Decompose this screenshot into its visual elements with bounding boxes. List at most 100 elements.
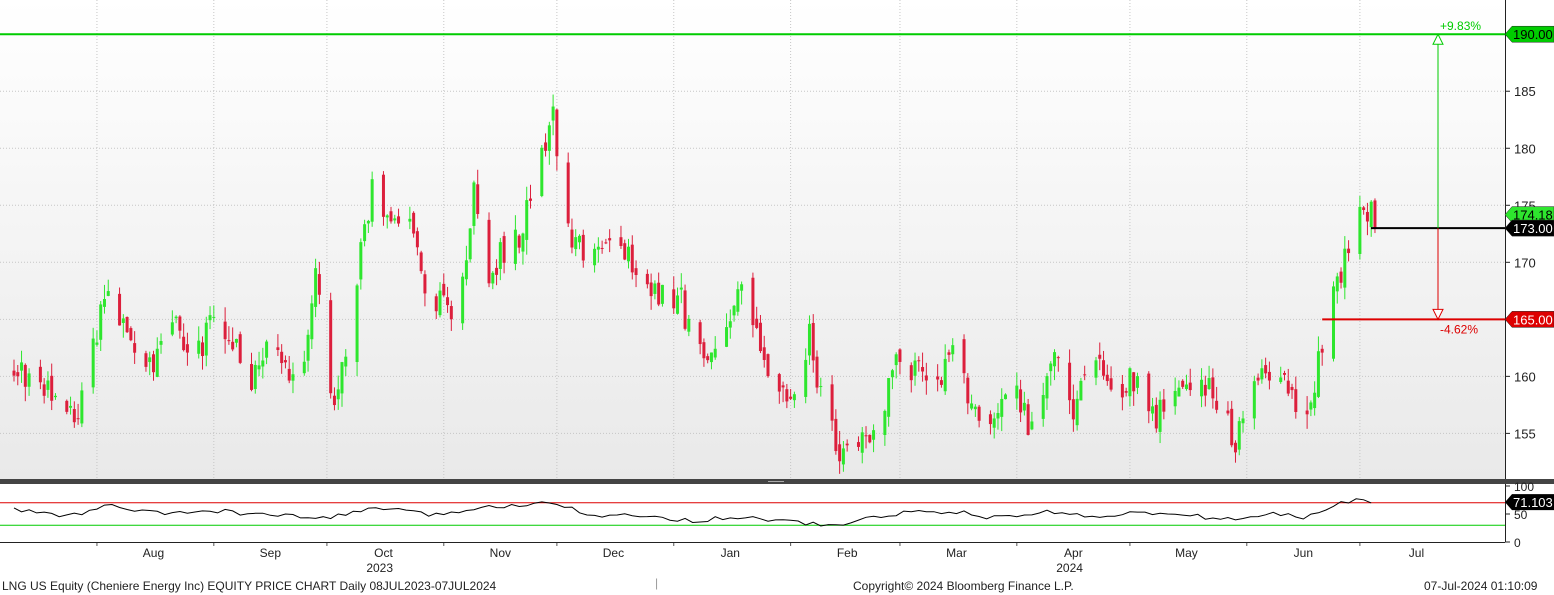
candle [627,246,631,262]
candle [1233,442,1237,453]
y-tick-label: 160 [1514,369,1536,384]
candle [947,352,951,355]
candle [868,434,872,443]
candle [807,323,811,356]
candle [397,216,401,224]
candle [709,352,713,363]
candle [340,362,344,394]
candle [1373,200,1377,228]
candle [951,345,955,355]
candle [408,218,412,222]
candle [676,295,680,314]
candle [1294,389,1298,413]
candle [1226,410,1230,414]
candle [370,179,374,222]
candle [815,356,819,388]
candle [1071,399,1075,420]
candle [830,384,834,421]
x-tick-label: Nov [490,546,511,560]
candle [1041,394,1045,419]
candle [578,235,581,243]
candle [1105,374,1109,382]
candle [600,247,604,249]
candle [204,322,208,356]
candle [555,109,559,157]
candle [1154,404,1158,429]
candle [1286,380,1290,394]
candle [619,237,623,246]
candle [201,342,204,357]
candle [464,260,468,280]
x-tick-label: Feb [837,546,858,560]
candle [42,384,46,396]
candle [593,248,597,266]
candle [336,389,340,400]
candle [502,236,506,263]
candle [212,316,216,318]
candle [713,348,717,358]
candle [804,359,808,397]
candle [890,370,894,378]
plot-background [0,0,1505,479]
candle [491,272,495,284]
x-tick-label: May [1175,546,1198,560]
candle [525,200,529,240]
candle [314,268,318,307]
candle [1053,352,1057,367]
candle [1339,271,1343,283]
candle [23,364,27,387]
x-tick-label: Apr [1064,546,1083,560]
candle [856,442,860,447]
candle [291,374,295,381]
candle [46,380,50,390]
candle [725,327,729,347]
candle [1365,211,1369,222]
candle [1305,410,1309,415]
candle [581,234,585,261]
candle [657,282,661,305]
x-tick-label: Jan [721,546,740,560]
candle [344,356,348,367]
x-tick-label: Sep [260,546,282,560]
candle [574,237,578,250]
candle [698,322,702,345]
candle [159,341,163,345]
candle [811,322,815,361]
candle [332,395,336,406]
candle [261,360,265,367]
candle [1362,207,1366,210]
candle [118,293,122,326]
candle [182,336,186,351]
candle [151,354,155,373]
downside-percent-label: -4.62% [1440,322,1478,336]
y-tick-label: 180 [1514,141,1536,156]
candle [1264,365,1268,374]
candle [178,316,182,331]
candle [99,304,103,340]
candle [449,306,453,320]
candle [283,360,287,363]
candle [864,435,868,437]
candle [366,220,370,224]
candle [1135,376,1139,388]
candle [777,374,781,392]
candle [645,273,649,285]
candle [1207,378,1211,390]
y-tick-label: 170 [1514,255,1536,270]
candle [758,322,762,352]
candle [649,282,653,297]
candle [468,228,472,260]
candle [988,414,992,425]
candle [841,448,845,465]
candle [1267,371,1271,381]
candle [498,242,502,269]
candle [1369,201,1373,228]
candle [996,413,1000,419]
candle [1056,357,1060,359]
candle [121,318,125,323]
candle [423,274,427,294]
candle [287,368,291,381]
candle [977,406,981,421]
candle [1215,400,1219,410]
y-tick-label: 185 [1514,84,1536,99]
